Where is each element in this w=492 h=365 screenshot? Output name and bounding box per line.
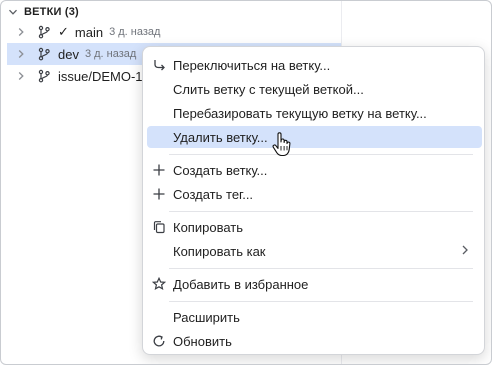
- menu-item-refresh[interactable]: Обновить: [147, 330, 482, 352]
- branch-name: dev: [58, 46, 79, 62]
- copy-icon: [151, 219, 167, 235]
- section-title: ВЕТКИ (3): [24, 6, 79, 18]
- menu-item-label: Обновить: [173, 334, 232, 349]
- branches-section-header[interactable]: ВЕТКИ (3): [7, 4, 79, 20]
- menu-item-label: Создать ветку...: [173, 163, 268, 178]
- chevron-right-icon[interactable]: [13, 24, 29, 40]
- git-branch-icon: [36, 24, 52, 40]
- menu-item-label: Перебазировать текущую ветку на ветку...: [173, 106, 427, 121]
- chevron-down-icon: [7, 6, 19, 18]
- menu-separator: [169, 301, 473, 302]
- chevron-right-icon[interactable]: [13, 68, 29, 84]
- plus-icon: [151, 186, 167, 202]
- menu-item-new-branch[interactable]: Создать ветку...: [147, 159, 482, 181]
- menu-item-favorite[interactable]: Добавить в избранное: [147, 273, 482, 295]
- chevron-right-icon[interactable]: [13, 46, 29, 62]
- menu-separator: [169, 154, 473, 155]
- git-branch-icon: [36, 68, 52, 84]
- hand-cursor-icon: [272, 132, 291, 157]
- plus-icon: [151, 162, 167, 178]
- refresh-icon: [151, 333, 167, 349]
- menu-item-copy-as[interactable]: Копировать как: [147, 240, 482, 262]
- menu-item-copy[interactable]: Копировать: [147, 216, 482, 238]
- branch-row-main[interactable]: ✓ main 3 д. назад: [7, 21, 341, 43]
- chevron-right-icon: [460, 244, 470, 259]
- menu-separator: [169, 211, 473, 212]
- star-icon: [151, 276, 167, 292]
- branch-time: 3 д. назад: [84, 48, 137, 60]
- menu-separator: [169, 268, 473, 269]
- branch-context-menu: Переключиться на ветку... Слить ветку с …: [142, 46, 485, 355]
- menu-item-label: Расширить: [173, 310, 240, 325]
- menu-item-label: Копировать как: [173, 244, 266, 259]
- branch-name: issue/DEMO-1: [58, 68, 143, 84]
- checkout-arrow-icon: [151, 57, 167, 73]
- branch-name: main: [74, 24, 104, 40]
- menu-item-rebase[interactable]: Перебазировать текущую ветку на ветку...: [147, 102, 482, 124]
- menu-item-label: Переключиться на ветку...: [173, 58, 331, 73]
- menu-item-merge[interactable]: Слить ветку с текущей веткой...: [147, 78, 482, 100]
- menu-item-label: Слить ветку с текущей веткой...: [173, 82, 364, 97]
- menu-item-new-tag[interactable]: Создать тег...: [147, 183, 482, 205]
- current-branch-check: ✓: [58, 24, 69, 39]
- menu-item-label: Создать тег...: [173, 187, 254, 202]
- menu-item-delete[interactable]: Удалить ветку...: [147, 126, 482, 148]
- branches-panel: ВЕТКИ (3) ✓ main 3 д. назад dev 3 д. наз…: [0, 0, 492, 365]
- menu-item-label: Удалить ветку...: [173, 130, 268, 145]
- git-branch-icon: [36, 46, 52, 62]
- menu-item-label: Копировать: [173, 220, 243, 235]
- branch-time: 3 д. назад: [109, 26, 161, 38]
- menu-item-label: Добавить в избранное: [173, 277, 309, 292]
- menu-item-checkout[interactable]: Переключиться на ветку...: [147, 54, 482, 76]
- menu-item-expand[interactable]: Расширить: [147, 306, 482, 328]
